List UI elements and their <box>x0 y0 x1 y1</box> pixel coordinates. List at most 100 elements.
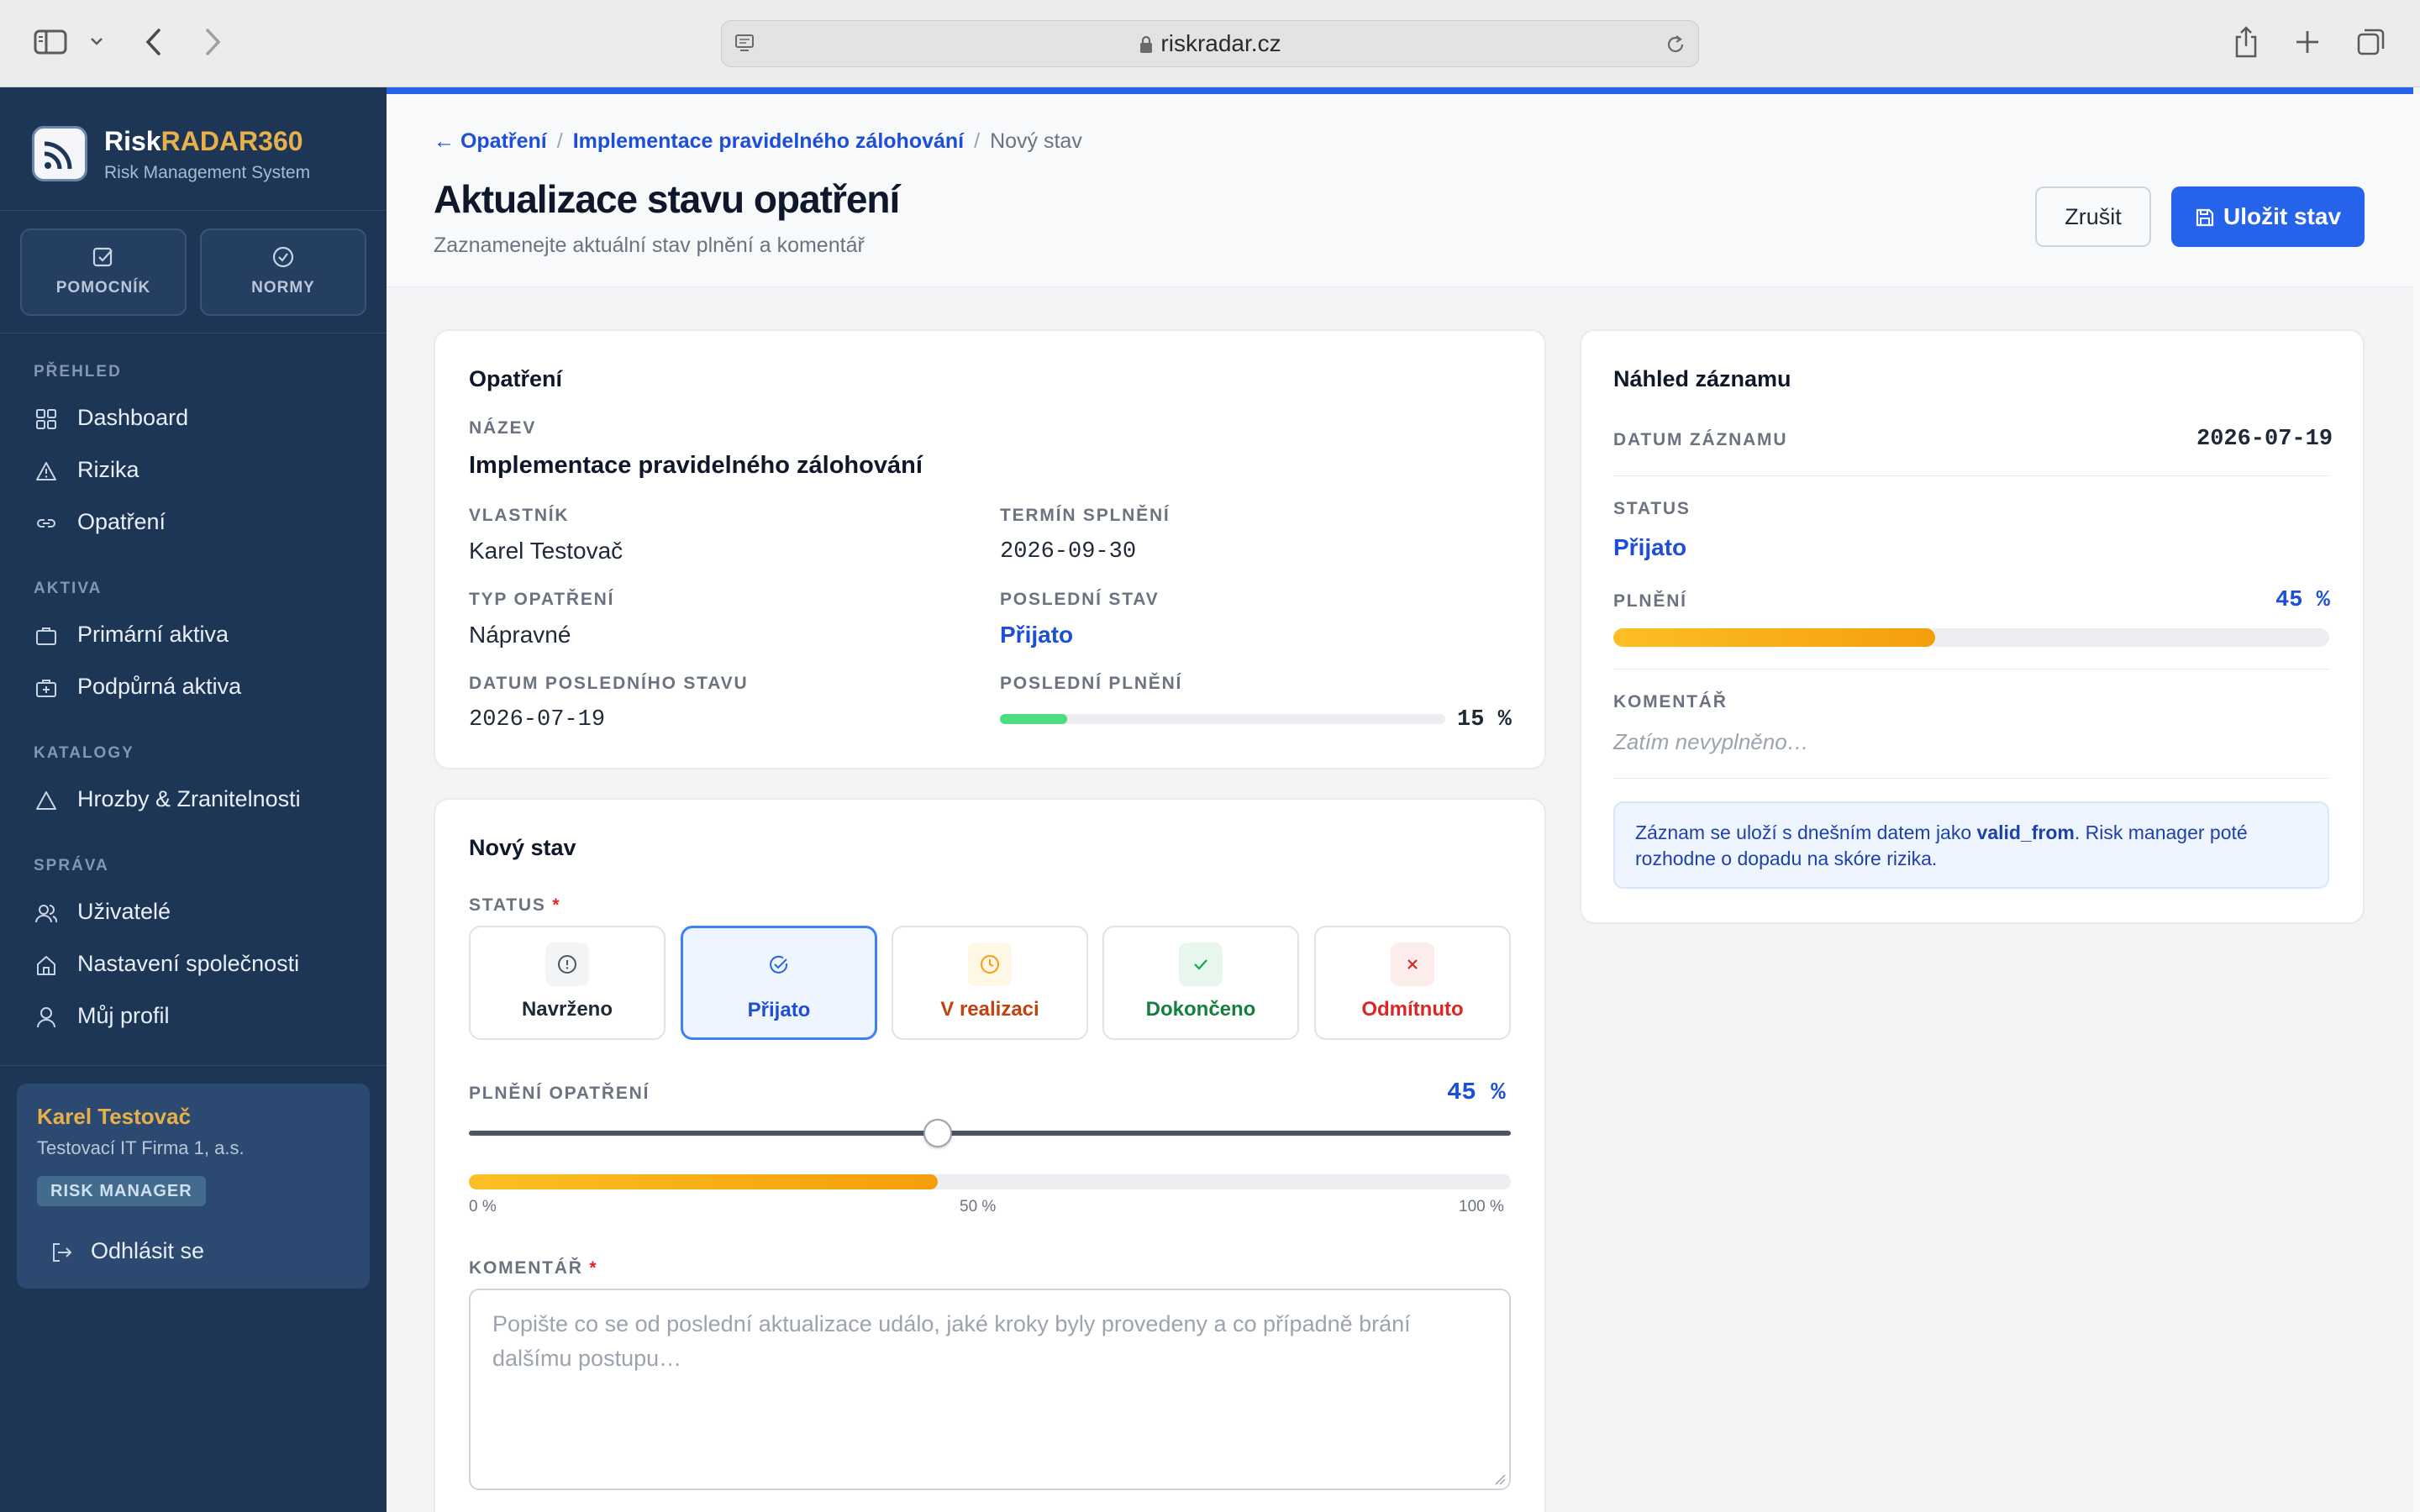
role-badge: RISK MANAGER <box>37 1176 206 1206</box>
record-date-label: DATUM ZÁZNAMU <box>1613 430 1788 449</box>
check-icon <box>1179 942 1223 986</box>
sidebar-item-measures[interactable]: Opatření <box>34 506 370 539</box>
cancel-button[interactable]: Zrušit <box>2035 186 2151 247</box>
status-option-done[interactable]: Dokončeno <box>1102 926 1299 1040</box>
sidebar-item-supporting-assets[interactable]: Podpůrná aktiva <box>34 670 370 704</box>
record-date-value: 2026-07-19 <box>2196 427 2333 452</box>
user-icon <box>37 1007 55 1028</box>
breadcrumb-current: Nový stav <box>990 129 1082 153</box>
page-header: ← Opatření / Implementace pravidelného zál… <box>387 94 2413 287</box>
browser-toolbar: riskradar.cz <box>0 0 2420 87</box>
breadcrumb-parent-link[interactable]: Implementace pravidelného zálohování <box>573 129 964 153</box>
url-text: riskradar.cz <box>1160 30 1281 56</box>
address-bar[interactable]: riskradar.cz <box>721 20 1699 67</box>
scrollbar[interactable] <box>2413 94 2420 1512</box>
preview-progress-bar <box>1613 628 2329 647</box>
page-subtitle: Zaznamenejte aktuální stav plnění a kome… <box>434 234 865 257</box>
progress-slider[interactable] <box>469 1131 1511 1136</box>
new-tab-icon[interactable] <box>2294 29 2321 55</box>
home-icon <box>37 956 55 975</box>
check-circle-icon <box>757 943 801 987</box>
briefcase-plus-icon <box>36 680 56 697</box>
save-button[interactable]: Uložit stav <box>2171 186 2365 247</box>
section-title-catalogs: KATALOGY <box>34 744 134 762</box>
last-status-label: POSLEDNÍ STAV <box>1000 590 1160 609</box>
status-option-proposed[interactable]: Navrženo <box>469 926 666 1040</box>
logout-icon <box>53 1243 72 1262</box>
preview-comment-label: KOMENTÁŘ <box>1613 692 1728 711</box>
x-icon <box>1391 942 1434 986</box>
last-date-value: 2026-07-19 <box>469 707 606 732</box>
user-company: Testovací IT Firma 1, a.s. <box>37 1137 245 1158</box>
clock-icon <box>968 942 1012 986</box>
comment-textarea[interactable]: Popište co se od poslední aktualizace ud… <box>469 1289 1511 1490</box>
info-note: Záznam se uloží s dnešním datem jako val… <box>1613 801 2329 889</box>
edit-check-icon <box>92 247 113 267</box>
resize-handle-icon[interactable] <box>1492 1472 1506 1485</box>
divider <box>0 1065 387 1066</box>
last-progress-value: 15 % <box>1457 707 1512 732</box>
type-value: Nápravné <box>469 622 571 648</box>
warning-icon <box>36 791 56 810</box>
lock-icon <box>1139 35 1154 54</box>
last-progress-label: POSLEDNÍ PLNĚNÍ <box>1000 674 1183 693</box>
divider <box>1613 778 2329 779</box>
brand-name: RiskRADAR360 <box>104 126 303 156</box>
section-title-assets: AKTIVA <box>34 580 103 597</box>
back-icon[interactable] <box>143 27 165 57</box>
logout-button[interactable]: Odhlásit se <box>50 1235 353 1268</box>
users-icon <box>35 905 57 923</box>
measure-name: Implementace pravidelného zálohování <box>469 452 923 479</box>
standards-button[interactable]: NORMY <box>200 228 366 316</box>
preview-progress-value: 45 % <box>2275 588 2330 613</box>
brand[interactable]: RiskRADAR360 Risk Management System <box>32 123 368 182</box>
sidebar-item-users[interactable]: Uživatelé <box>34 895 370 929</box>
section-title-overview: PŘEHLED <box>34 363 122 381</box>
save-icon <box>2196 208 2214 227</box>
sidebar-toggle-icon[interactable] <box>34 29 67 55</box>
tab-overview-icon[interactable] <box>2356 27 2386 57</box>
deadline-label: TERMÍN SPLNĚNÍ <box>1000 506 1171 525</box>
share-icon[interactable] <box>2232 25 2260 59</box>
owner-value: Karel Testovač <box>469 538 623 564</box>
last-status-value: Přijato <box>1000 622 1074 648</box>
chevron-down-icon[interactable] <box>89 35 104 47</box>
divider <box>1613 475 2329 476</box>
last-progress-fill <box>1000 714 1067 724</box>
status-option-accepted[interactable]: Přijato <box>681 926 877 1040</box>
preview-progress-fill <box>1613 628 1936 647</box>
user-name: Karel Testovač <box>37 1104 192 1129</box>
progress-slider-thumb[interactable] <box>923 1119 952 1147</box>
section-title-admin: SPRÁVA <box>34 857 109 874</box>
forward-icon[interactable] <box>202 27 224 57</box>
new-state-card-title: Nový stav <box>469 835 576 860</box>
sidebar-item-my-profile[interactable]: Můj profil <box>34 1000 370 1033</box>
tick-50: 50 % <box>960 1198 997 1215</box>
tick-100: 100 % <box>1459 1198 1504 1215</box>
preview-comment-value: Zatím nevyplněno… <box>1613 729 1809 754</box>
progress-value: 45 % <box>1447 1079 1506 1106</box>
reload-icon[interactable] <box>1665 33 1686 56</box>
status-option-rejected[interactable]: Odmítnuto <box>1314 926 1511 1040</box>
link-icon <box>37 519 55 528</box>
sidebar: RiskRADAR360 Risk Management System POMO… <box>0 87 387 1512</box>
sidebar-item-risks[interactable]: Rizika <box>34 454 370 487</box>
sidebar-item-primary-assets[interactable]: Primární aktiva <box>34 618 370 652</box>
type-label: TYP OPATŘENÍ <box>469 590 615 609</box>
sidebar-item-company-settings[interactable]: Nastavení společnosti <box>34 948 370 981</box>
assistant-button[interactable]: POMOCNÍK <box>20 228 187 316</box>
brand-subtitle: Risk Management System <box>104 163 311 182</box>
deadline-value: 2026-09-30 <box>1000 539 1137 564</box>
name-label: NÁZEV <box>469 418 537 438</box>
sidebar-item-threats[interactable]: Hrozby & Zranitelnosti <box>34 783 370 816</box>
last-progress-bar <box>1000 714 1445 724</box>
sidebar-item-dashboard[interactable]: Dashboard <box>34 402 370 435</box>
status-option-in-progress[interactable]: V realizaci <box>892 926 1088 1040</box>
progress-bar <box>469 1174 1511 1189</box>
breadcrumb: ← Opatření / Implementace pravidelného zál… <box>434 129 1082 153</box>
preview-card-title: Náhled záznamu <box>1613 366 1791 391</box>
divider <box>0 210 387 211</box>
measure-card-title: Opatření <box>469 366 563 391</box>
progress-top-line <box>387 87 2413 94</box>
breadcrumb-back-link[interactable]: ← Opatření <box>434 129 547 153</box>
